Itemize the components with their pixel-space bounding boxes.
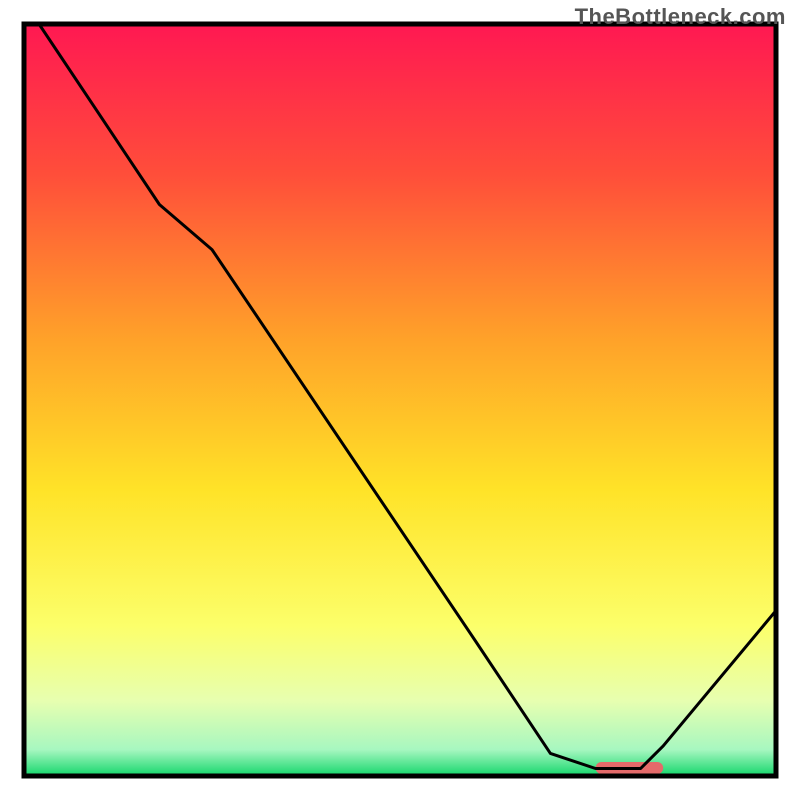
bottleneck-chart bbox=[0, 0, 800, 800]
watermark-label: TheBottleneck.com bbox=[575, 4, 786, 30]
chart-background bbox=[24, 24, 776, 776]
chart-container: TheBottleneck.com bbox=[0, 0, 800, 800]
